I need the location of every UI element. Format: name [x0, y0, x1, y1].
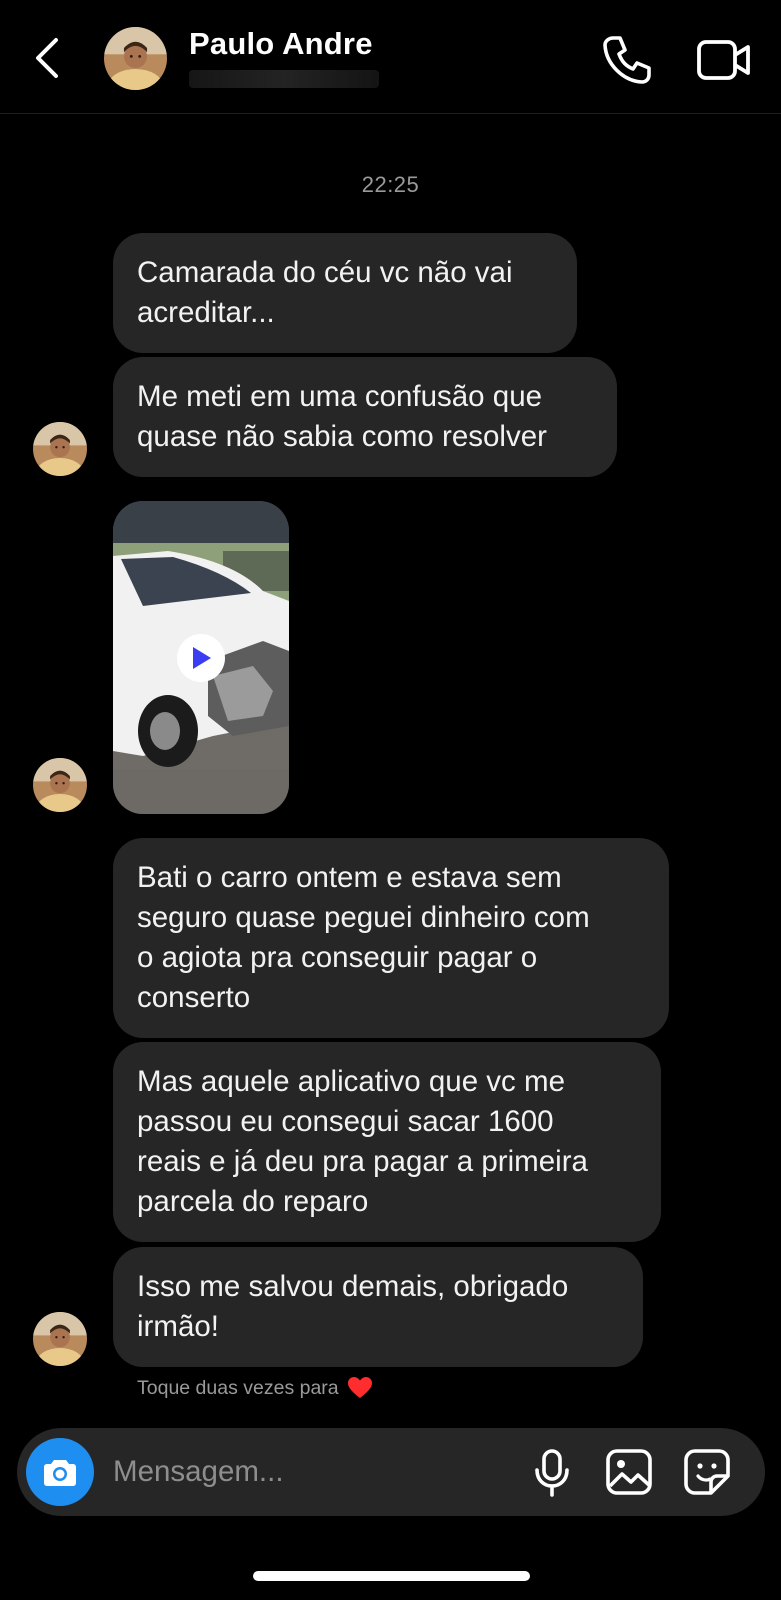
message-bubble[interactable]: Isso me salvou demais, obrigado irmão!	[113, 1247, 643, 1367]
message-timestamp: 22:25	[361, 172, 420, 197]
video-message-thumbnail[interactable]	[113, 501, 289, 814]
message-text-line: quase não sabia como resolver	[137, 420, 547, 453]
message-text-line: irmão!	[137, 1310, 219, 1343]
message-text-line: conserto	[137, 981, 251, 1014]
image-icon[interactable]	[605, 1448, 653, 1496]
camera-icon	[44, 1460, 76, 1486]
contact-avatar[interactable]	[104, 27, 167, 90]
message-composer	[17, 1428, 765, 1516]
message-text-line: Mas aquele aplicativo que vc me	[137, 1065, 565, 1098]
message-text-line: Isso me salvou demais, obrigado	[137, 1270, 569, 1303]
home-indicator[interactable]	[253, 1571, 530, 1581]
message-input[interactable]	[113, 1448, 413, 1496]
chat-header: Paulo Andre	[0, 0, 781, 114]
message-text-line: acreditar...	[137, 296, 275, 329]
contact-name[interactable]: Paulo Andre	[189, 26, 373, 62]
play-icon[interactable]	[177, 634, 225, 682]
message-bubble[interactable]: Mas aquele aplicativo que vc me passou e…	[113, 1042, 661, 1242]
sender-avatar[interactable]	[33, 758, 87, 812]
phone-icon[interactable]	[601, 34, 653, 86]
message-text-line: Me meti em uma confusão que	[137, 380, 543, 413]
sender-avatar[interactable]	[33, 422, 87, 476]
message-bubble[interactable]: Bati o carro ontem e estava sem seguro q…	[113, 838, 669, 1038]
message-text-line: Bati o carro ontem e estava sem	[137, 861, 562, 894]
message-bubble[interactable]: Me meti em uma confusão que quase não sa…	[113, 357, 617, 477]
double-tap-hint-text: Toque duas vezes para	[137, 1376, 339, 1399]
message-text-line: passou eu consegui sacar 1600	[137, 1105, 554, 1138]
message-text-line: seguro quase peguei dinheiro com	[137, 901, 590, 934]
camera-button[interactable]	[26, 1438, 94, 1506]
message-bubble[interactable]: Camarada do céu vc não vai acreditar...	[113, 233, 577, 353]
message-text-line: parcela do reparo	[137, 1185, 369, 1218]
double-tap-hint: Toque duas vezes para	[137, 1376, 373, 1400]
chevron-left-icon[interactable]	[28, 34, 68, 82]
message-text-line: Camarada do céu vc não vai	[137, 256, 513, 289]
sender-avatar[interactable]	[33, 1312, 87, 1366]
microphone-icon[interactable]	[528, 1448, 576, 1498]
message-text-line: o agiota pra conseguir pagar o	[137, 941, 538, 974]
contact-subtitle-blurred	[189, 70, 379, 88]
video-camera-icon[interactable]	[696, 36, 752, 84]
sticker-icon[interactable]	[683, 1448, 731, 1496]
message-text-line: reais e já deu pra pagar a primeira	[137, 1145, 588, 1178]
red-heart-icon	[347, 1377, 372, 1398]
